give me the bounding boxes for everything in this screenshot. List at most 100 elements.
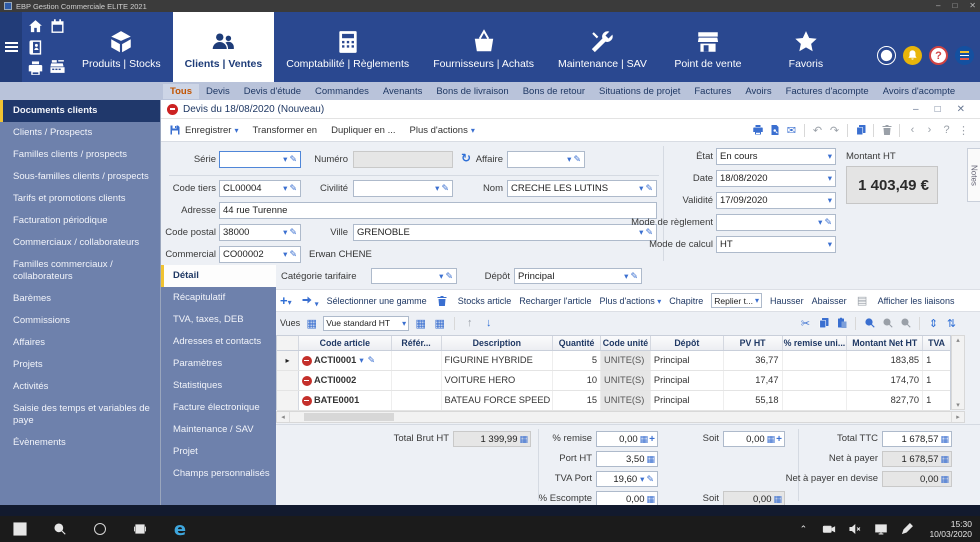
grid-add-icon[interactable]: ▦	[413, 316, 428, 331]
doc-type-tab[interactable]: Devis d'étude	[237, 84, 308, 99]
doc-type-tab[interactable]: Factures d'acompte	[779, 84, 876, 99]
sidebar-item[interactable]: Affaires	[0, 332, 160, 354]
table-row[interactable]: ▸ ACTI0002▾✎ VOITURE HERO 10 UNITE(S) Pr…	[277, 371, 950, 391]
nav-module[interactable]: Clients | Ventes	[172, 12, 275, 82]
network-display-icon[interactable]	[873, 516, 889, 542]
doc-type-tab[interactable]: Bons de retour	[516, 84, 592, 99]
categorie-tarifaire-input[interactable]: ▾ ✎	[371, 268, 457, 284]
nav-module[interactable]: Comptabilité | Règlements	[274, 12, 421, 82]
pct-remise-input[interactable]: 0,00 ▦ +	[596, 431, 658, 447]
depot-input[interactable]: Principal ▾ ✎	[514, 268, 642, 284]
calculator-icon[interactable]: ▦	[646, 454, 655, 464]
menu-icon[interactable]	[0, 12, 22, 82]
validite-input[interactable]: 17/09/2020 ▾	[716, 192, 836, 209]
undo-icon[interactable]: ↶	[810, 123, 825, 138]
doc-type-tab[interactable]: Factures	[687, 84, 738, 99]
sidebar-item[interactable]: Facturation périodique	[0, 210, 160, 232]
sidebar-item[interactable]: Documents clients	[0, 100, 160, 122]
sidebar-item[interactable]: Commissions	[0, 310, 160, 332]
home-icon[interactable]	[27, 18, 44, 35]
mode-reglement-input[interactable]: ▾ ✎	[716, 214, 836, 231]
total-ttc-input[interactable]: 1 678,57 ▦	[882, 431, 952, 447]
arrow-up-icon[interactable]: ↑	[462, 316, 477, 331]
nav-module[interactable]: Produits | Stocks	[70, 12, 173, 82]
depot-edit-icon[interactable]: ✎	[629, 271, 639, 281]
doc-type-tab[interactable]: Bons de livraison	[429, 84, 515, 99]
mode-calcul-dropdown-icon[interactable]: ▾	[827, 240, 833, 249]
search-minus-icon[interactable]	[880, 316, 895, 331]
cortana-icon[interactable]	[80, 516, 120, 542]
affaire-edit-icon[interactable]: ✎	[572, 155, 582, 164]
sidebar-item[interactable]: Activités	[0, 376, 160, 398]
validite-dropdown-icon[interactable]: ▾	[827, 196, 833, 205]
redo-icon[interactable]: ↷	[827, 123, 842, 138]
printer-icon[interactable]	[750, 123, 765, 138]
arrow-down-icon[interactable]: ↓	[481, 316, 496, 331]
printer-small-icon[interactable]	[27, 60, 44, 77]
detail-tab[interactable]: TVA, taxes, DEB	[161, 309, 276, 331]
dots-vertical-icon[interactable]: ⋮	[956, 123, 971, 138]
tray-camera-icon[interactable]	[821, 516, 837, 542]
calculator-icon[interactable]: ▦	[940, 434, 949, 444]
windows-start-icon[interactable]	[0, 516, 40, 542]
detail-tab[interactable]: Adresses et contacts	[161, 331, 276, 353]
sidebar-item[interactable]: Projets	[0, 354, 160, 376]
chevron-left-icon[interactable]: ‹	[905, 123, 920, 138]
nav-module[interactable]: Point de vente	[659, 12, 757, 82]
detail-tab[interactable]: Maintenance / SAV	[161, 419, 276, 441]
window-minimize-button[interactable]: –	[936, 0, 940, 12]
date-dropdown-icon[interactable]: ▾	[827, 174, 833, 183]
copy-icon[interactable]	[816, 316, 831, 331]
taskbar-search-icon[interactable]	[40, 516, 80, 542]
expand-rows-icon[interactable]: ⇅	[944, 316, 959, 331]
task-view-icon[interactable]	[120, 516, 160, 542]
calculator-icon[interactable]: ▦	[767, 434, 776, 444]
sidebar-item[interactable]: Clients / Prospects	[0, 122, 160, 144]
civilite-input[interactable]: ▾ ✎	[353, 180, 453, 197]
detail-tab[interactable]: Détail	[161, 265, 276, 287]
plus-icon[interactable]: +	[776, 434, 782, 445]
insert-line-button[interactable]: ▾	[300, 293, 319, 308]
code-tiers-input[interactable]: CL00004 ▾ ✎	[219, 180, 301, 197]
help-icon[interactable]: ?	[929, 46, 948, 65]
col-code-article[interactable]: Code article	[299, 336, 392, 350]
code-postal-edit-icon[interactable]: ✎	[288, 228, 298, 237]
chapitre-select[interactable]: Replier t... ▾	[711, 293, 763, 308]
table-row[interactable]: ▸ ACTI0001 ▾ ✎ FIGURINE HYBRIDE 5 UNITE(S)…	[277, 351, 950, 371]
window-maximize-button[interactable]: □	[952, 0, 957, 12]
nav-module[interactable]: Favoris	[757, 12, 855, 82]
sidebar-item[interactable]: Familles clients / prospects	[0, 144, 160, 166]
doc-maximize-button[interactable]: □	[935, 104, 941, 115]
tray-chevron-icon[interactable]: ⌃	[795, 516, 811, 542]
sidebar-item[interactable]: Commerciaux / collaborateurs	[0, 232, 160, 254]
detail-tab[interactable]: Champs personnalisés	[161, 463, 276, 485]
envelope-icon[interactable]: ✉	[784, 123, 799, 138]
edge-icon[interactable]: e	[160, 516, 200, 542]
pen-workspace-icon[interactable]	[899, 516, 915, 542]
doc-type-tab[interactable]: Situations de projet	[592, 84, 687, 99]
stocks-article-button[interactable]: Stocks article	[458, 296, 512, 306]
commercial-edit-icon[interactable]: ✎	[288, 250, 298, 259]
detail-tab[interactable]: Paramètres	[161, 353, 276, 375]
search-icon[interactable]	[862, 316, 877, 331]
print-preview-icon[interactable]	[767, 123, 782, 138]
scissors-icon[interactable]: ✂	[798, 316, 813, 331]
liaisons-grid-icon[interactable]: ▤	[855, 293, 870, 308]
sidebar-item[interactable]: Barèmes	[0, 288, 160, 310]
sidebar-item[interactable]: Familles commerciaux / collaborateurs	[0, 254, 160, 288]
mode-calcul-input[interactable]: HT ▾	[716, 236, 836, 253]
detail-tab[interactable]: Statistiques	[161, 375, 276, 397]
table-row[interactable]: ▸ BATE0001▾✎ BATEAU FORCE SPEED 15 UNITE…	[277, 391, 950, 411]
abaisser-button[interactable]: Abaisser	[812, 296, 847, 306]
calculator-icon[interactable]: ▦	[640, 434, 649, 444]
civilite-edit-icon[interactable]: ✎	[440, 184, 450, 193]
select-gamme-button[interactable]: Sélectionner une gamme	[327, 296, 427, 306]
categorie-edit-icon[interactable]: ✎	[444, 271, 454, 281]
col-quantite[interactable]: Quantité	[553, 336, 602, 350]
mode-reglement-edit-icon[interactable]: ✎	[823, 218, 833, 227]
hausser-button[interactable]: Hausser	[770, 296, 804, 306]
col-depot[interactable]: Dépôt	[651, 336, 724, 350]
view-select[interactable]: Vue standard HT ▾	[323, 315, 410, 331]
table-vertical-scrollbar[interactable]: ▴ ▾	[951, 335, 965, 410]
ville-input[interactable]: GRENOBLE ▾ ✎	[353, 224, 657, 241]
